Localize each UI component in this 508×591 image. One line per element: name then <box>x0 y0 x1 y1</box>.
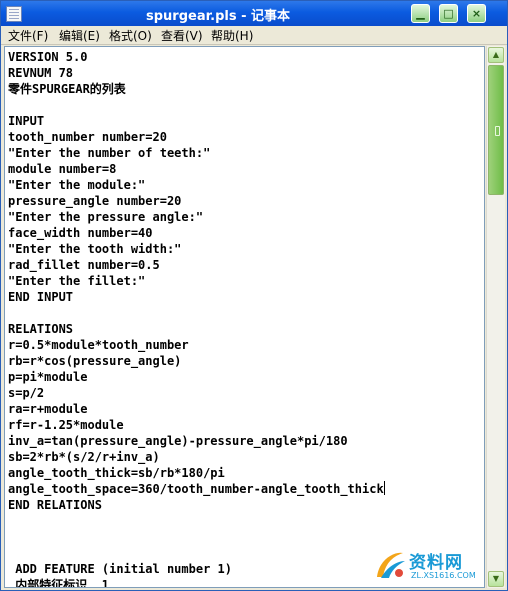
menu-view[interactable]: 查看(V) <box>161 27 203 44</box>
editor-line[interactable]: angle_tooth_space=360/tooth_number-angle… <box>8 482 384 496</box>
editor-line[interactable]: "Enter the pressure angle:" <box>8 210 203 224</box>
watermark-swirl-icon <box>377 552 405 578</box>
editor-line[interactable]: END RELATIONS <box>8 498 102 512</box>
text-editor[interactable]: VERSION 5.0 REVNUM 78 零件SPURGEAR的列表 INPU… <box>4 46 485 588</box>
menu-edit[interactable]: 编辑(E) <box>59 27 100 44</box>
menu-format[interactable]: 格式(O) <box>109 27 152 44</box>
editor-line[interactable]: "Enter the tooth width:" <box>8 242 181 256</box>
editor-line[interactable]: END INPUT <box>8 290 73 304</box>
watermark-logo: 资料网 ZL.XS1616.COM <box>373 547 501 585</box>
editor-line[interactable]: 内部特征标识 1 <box>8 578 109 587</box>
editor-content[interactable]: VERSION 5.0 REVNUM 78 零件SPURGEAR的列表 INPU… <box>8 49 385 587</box>
editor-line[interactable]: "Enter the module:" <box>8 178 145 192</box>
editor-line[interactable]: "Enter the number of teeth:" <box>8 146 210 160</box>
editor-line[interactable]: REVNUM 78 <box>8 66 73 80</box>
title-bar[interactable]: spurgear.pls - 记事本 ▁ □ × <box>1 1 507 26</box>
editor-line[interactable]: module number=8 <box>8 162 116 176</box>
editor-line[interactable]: p=pi*module <box>8 370 87 384</box>
editor-line[interactable]: RELATIONS <box>8 322 73 336</box>
editor-line[interactable]: "Enter the fillet:" <box>8 274 145 288</box>
editor-line[interactable]: rad_fillet number=0.5 <box>8 258 160 272</box>
editor-line[interactable]: ADD FEATURE (initial number 1) <box>8 562 232 576</box>
maximize-button[interactable]: □ <box>439 4 458 23</box>
editor-line[interactable]: rb=r*cos(pressure_angle) <box>8 354 181 368</box>
vertical-scrollbar[interactable]: ▲ ▼ <box>486 46 505 588</box>
scroll-thumb[interactable] <box>488 65 504 195</box>
notepad-window: spurgear.pls - 记事本 ▁ □ × 文件(F) 编辑(E) 格式(… <box>0 0 508 591</box>
editor-line[interactable]: VERSION 5.0 <box>8 50 87 64</box>
notepad-app-icon[interactable] <box>6 6 22 22</box>
editor-line[interactable]: sb=2*rb*(s/2/r+inv_a) <box>8 450 160 464</box>
editor-line[interactable]: ra=r+module <box>8 402 87 416</box>
editor-line[interactable]: pressure_angle number=20 <box>8 194 181 208</box>
minimize-button[interactable]: ▁ <box>411 4 430 23</box>
editor-line[interactable]: angle_tooth_thick=sb/rb*180/pi <box>8 466 225 480</box>
menu-bar: 文件(F) 编辑(E) 格式(O) 查看(V) 帮助(H) <box>1 26 507 45</box>
editor-line[interactable]: tooth_number number=20 <box>8 130 167 144</box>
editor-line[interactable]: rf=r-1.25*module <box>8 418 124 432</box>
watermark-brand: 资料网 <box>409 553 463 573</box>
watermark-url: ZL.XS1616.COM <box>411 571 476 580</box>
editor-line[interactable]: inv_a=tan(pressure_angle)-pressure_angle… <box>8 434 348 448</box>
editor-line[interactable]: face_width number=40 <box>8 226 153 240</box>
editor-line[interactable]: r=0.5*module*tooth_number <box>8 338 189 352</box>
editor-line[interactable]: 零件SPURGEAR的列表 <box>8 82 126 96</box>
editor-line[interactable]: s=p/2 <box>8 386 44 400</box>
menu-help[interactable]: 帮助(H) <box>211 27 253 44</box>
menu-file[interactable]: 文件(F) <box>8 27 48 44</box>
scroll-up-icon[interactable]: ▲ <box>488 47 504 63</box>
editor-line[interactable]: INPUT <box>8 114 44 128</box>
close-button[interactable]: × <box>467 4 486 23</box>
window-title: spurgear.pls - 记事本 <box>146 9 291 24</box>
text-caret <box>383 481 385 495</box>
